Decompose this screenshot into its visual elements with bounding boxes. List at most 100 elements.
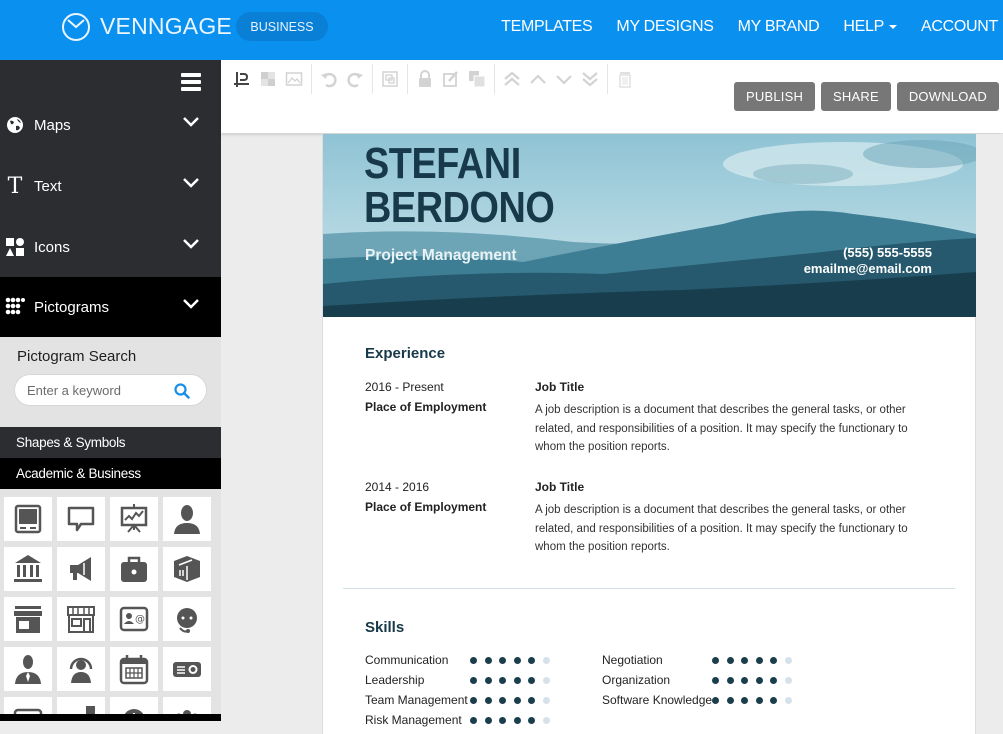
pictogram-tile[interactable] <box>57 497 105 541</box>
pictogram-tile[interactable] <box>110 647 158 691</box>
skill-item[interactable]: Risk Management <box>365 710 557 730</box>
pictogram-tile[interactable] <box>163 647 211 691</box>
pictogram-tile[interactable] <box>110 547 158 591</box>
pictogram-grid-panel: @ <box>0 489 221 715</box>
toolbar-divider <box>607 64 608 94</box>
skill-dot-filled <box>770 656 777 664</box>
skill-dot-filled <box>484 696 492 704</box>
pictogram-tile[interactable] <box>57 697 105 715</box>
category-shapes-symbols[interactable]: Shapes & Symbols <box>0 427 221 458</box>
skill-item[interactable]: Communication <box>365 650 557 670</box>
resume-contact[interactable]: (555) 555-5555 emailme@email.com <box>804 245 932 277</box>
pictogram-tile[interactable] <box>57 547 105 591</box>
sidebar-item-icons[interactable]: Icons <box>0 217 221 277</box>
skill-item[interactable]: Negotiation <box>602 650 799 670</box>
edit-button[interactable] <box>438 68 464 90</box>
group-button[interactable] <box>377 68 403 90</box>
publish-button[interactable]: PUBLISH <box>734 82 816 111</box>
bring-forward-button[interactable] <box>525 68 551 90</box>
nav-my-designs[interactable]: MY DESIGNS <box>616 18 713 36</box>
sidebar-item-maps[interactable]: Maps <box>0 95 221 155</box>
skill-item[interactable]: Software Knowledge <box>602 690 799 710</box>
skill-item[interactable]: Team Management <box>365 690 557 710</box>
hamburger-icon[interactable] <box>181 73 201 91</box>
nav-help[interactable]: HELP <box>843 18 897 36</box>
pictogram-tile[interactable] <box>110 697 158 715</box>
sidebar-item-pictograms[interactable]: Pictograms <box>0 277 221 337</box>
skill-dot-filled <box>755 696 763 704</box>
manager-icon <box>15 655 41 684</box>
send-backward-icon <box>556 75 572 85</box>
lock-icon <box>419 70 431 87</box>
sidebar-item-text[interactable]: T Text <box>0 156 221 216</box>
experience-heading[interactable]: Experience <box>365 345 445 362</box>
pictogram-tile[interactable] <box>163 547 211 591</box>
image-button[interactable] <box>281 68 307 90</box>
resume-page-canvas[interactable]: STEFANI BERDONO Project Management (555)… <box>322 134 976 734</box>
chevron-down-icon <box>183 117 199 127</box>
pictogram-grid: @ <box>4 497 211 715</box>
lock-button[interactable] <box>412 68 438 90</box>
skill-dot-empty <box>784 696 792 704</box>
skill-rating <box>470 676 557 684</box>
skill-dot-filled <box>470 676 477 684</box>
skill-label: Communication <box>365 653 449 667</box>
resume-header-banner[interactable]: STEFANI BERDONO Project Management (555)… <box>323 134 976 317</box>
redo-icon <box>347 72 363 88</box>
pictogram-tile[interactable] <box>4 547 52 591</box>
pictogram-tile[interactable] <box>4 497 52 541</box>
pictogram-search-panel: Pictogram Search <box>0 337 221 427</box>
shapes-icon <box>5 237 25 257</box>
resume-full-name[interactable]: STEFANI BERDONO <box>364 142 555 230</box>
pictogram-tile[interactable] <box>4 697 52 715</box>
pictogram-tile[interactable] <box>110 497 158 541</box>
resume-phone: (555) 555-5555 <box>843 245 932 260</box>
duplicate-button[interactable] <box>464 68 490 90</box>
megaphone-icon <box>70 557 91 581</box>
delete-button[interactable] <box>612 68 638 90</box>
sidebar-item-label: Maps <box>34 116 71 134</box>
send-to-back-button[interactable] <box>577 68 603 90</box>
editor-toolbar: PUBLISH SHARE DOWNLOAD <box>221 60 1003 133</box>
share-button[interactable]: SHARE <box>821 82 891 111</box>
skill-item[interactable]: Organization <box>602 670 799 690</box>
redo-button[interactable] <box>342 68 368 90</box>
category-academic-business[interactable]: Academic & Business <box>0 458 221 489</box>
pictogram-tile[interactable]: @ <box>110 597 158 641</box>
skill-rating <box>470 716 557 724</box>
transparency-button[interactable] <box>255 68 281 90</box>
pictogram-tile[interactable] <box>163 597 211 641</box>
calendar-icon <box>119 655 149 685</box>
pictogram-tile[interactable] <box>57 597 105 641</box>
download-button[interactable]: DOWNLOAD <box>896 82 999 111</box>
skill-dot-filled <box>528 676 535 684</box>
nav-templates[interactable]: TEMPLATES <box>501 18 593 36</box>
skills-heading[interactable]: Skills <box>365 619 404 636</box>
skill-dot-filled <box>499 676 506 684</box>
pictogram-tile[interactable] <box>163 497 211 541</box>
skill-dot-filled <box>470 656 477 664</box>
skill-dot-empty <box>542 656 550 664</box>
skill-label: Leadership <box>365 673 425 687</box>
pictogram-tile[interactable] <box>57 647 105 691</box>
pictogram-tile[interactable] <box>4 597 52 641</box>
bring-to-front-button[interactable] <box>499 68 525 90</box>
nav-account[interactable]: ACCOUNT <box>921 18 1003 36</box>
nav-my-brand[interactable]: MY BRAND <box>738 18 820 36</box>
pictogram-tile[interactable] <box>163 697 211 715</box>
tool-icons <box>229 64 638 94</box>
send-backward-button[interactable] <box>551 68 577 90</box>
plan-badge[interactable]: BUSINESS <box>236 12 328 41</box>
pictogram-search-input[interactable] <box>27 382 167 398</box>
pictogram-tile[interactable] <box>4 647 52 691</box>
skill-dot-filled <box>528 696 535 704</box>
nav-templates-label: TEMPLATES <box>501 18 593 35</box>
main-nav: TEMPLATES MY DESIGNS MY BRAND HELP ACCOU… <box>477 0 1003 54</box>
left-sidebar: Maps T Text Icons Pictograms Pictogram S… <box>0 60 221 721</box>
text-format-button[interactable] <box>229 68 255 90</box>
resume-role[interactable]: Project Management <box>365 247 517 265</box>
undo-button[interactable] <box>316 68 342 90</box>
venngage-logo[interactable]: VENNGAGE <box>61 11 232 41</box>
search-icon[interactable] <box>174 383 190 399</box>
skill-item[interactable]: Leadership <box>365 670 557 690</box>
